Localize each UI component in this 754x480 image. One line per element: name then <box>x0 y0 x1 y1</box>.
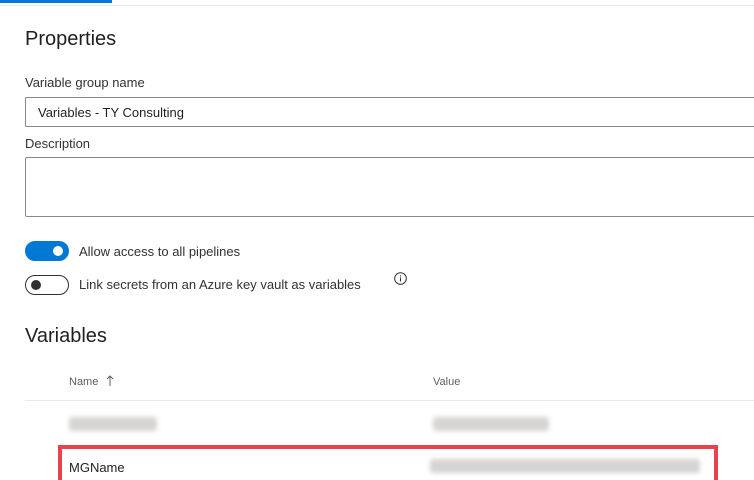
variables-title: Variables <box>25 325 107 347</box>
description-label: Description <box>25 136 91 151</box>
properties-title: Properties <box>25 28 117 50</box>
toggle-knob <box>53 246 63 256</box>
info-icon[interactable] <box>394 272 407 285</box>
allow-access-label: Allow access to all pipelines <box>79 244 241 259</box>
link-secrets-label: Link secrets from an Azure key vault as … <box>79 277 361 292</box>
redacted-variable-value <box>433 417 549 431</box>
column-header-name[interactable]: Name <box>69 376 98 388</box>
highlight-box <box>58 445 718 480</box>
description-textarea[interactable] <box>25 157 754 217</box>
variable-group-name-label: Variable group name <box>25 75 145 90</box>
allow-access-toggle[interactable] <box>25 241 69 261</box>
tab-divider <box>0 5 754 6</box>
variable-group-name-input[interactable] <box>25 97 754 127</box>
column-header-value[interactable]: Value <box>433 376 460 388</box>
table-header-divider <box>25 400 754 401</box>
variable-group-page: Properties Variable group name Descripti… <box>0 0 754 480</box>
link-secrets-toggle[interactable] <box>25 275 69 295</box>
toggle-knob <box>31 280 41 290</box>
active-tab-indicator <box>0 0 112 3</box>
arrow-up-icon <box>106 375 114 386</box>
redacted-variable-name <box>69 417 157 431</box>
